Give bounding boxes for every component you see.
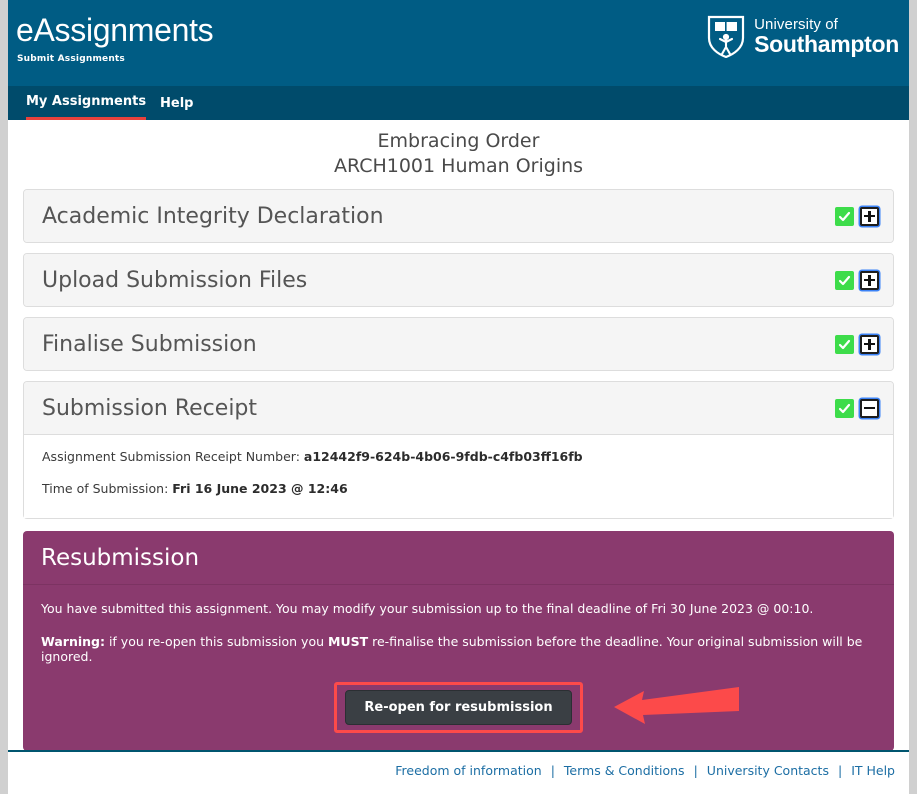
- left-pointing-arrow-annotation: [614, 687, 739, 724]
- green-check-icon: [835, 270, 854, 290]
- annotation-highlight-box: Re-open for resubmission: [334, 682, 583, 733]
- footer-link-it-help[interactable]: IT Help: [851, 763, 895, 778]
- site-footer: Freedom of information | Terms & Conditi…: [8, 750, 909, 794]
- accordion-header-academic-integrity-declaration[interactable]: Academic Integrity Declaration: [24, 190, 893, 242]
- nav-tab-help-label: Help: [160, 95, 194, 111]
- resubmission-panel-header: Resubmission: [23, 531, 894, 585]
- university-logo-line2: Southampton: [754, 30, 899, 57]
- plus-square-icon[interactable]: [860, 270, 879, 290]
- accordion-header-finalise-submission[interactable]: Finalise Submission: [24, 318, 893, 370]
- resubmission-heading: Resubmission: [41, 545, 200, 571]
- receipt-number-label: Assignment Submission Receipt Number:: [42, 449, 300, 464]
- reopen-button-area: Re-open for resubmission: [41, 682, 876, 733]
- main-content: Embracing Order ARCH1001 Human Origins A…: [8, 120, 909, 751]
- green-check-icon: [835, 398, 854, 418]
- footer-link-freedom-of-information[interactable]: Freedom of information: [395, 763, 541, 778]
- accordion-controls: [835, 270, 879, 290]
- resubmission-panel-body: You have submitted this assignment. You …: [23, 585, 894, 751]
- resubmission-info-text: You have submitted this assignment. You …: [41, 601, 814, 616]
- resubmission-warning-prefix: Warning:: [41, 634, 105, 649]
- plus-square-icon[interactable]: [860, 206, 879, 226]
- receipt-time-row: Time of Submission: Fri 16 June 2023 @ 1…: [42, 481, 875, 496]
- accordion-header-upload-submission-files[interactable]: Upload Submission Files: [24, 254, 893, 306]
- submission-steps-accordion: Academic Integrity Declaration Upload Su…: [8, 189, 909, 519]
- nav-tab-my-assignments-label: My Assignments: [26, 94, 147, 109]
- accordion-header-submission-receipt[interactable]: Submission Receipt: [24, 382, 893, 434]
- resubmission-warning-text: Warning: if you re-open this submission …: [41, 634, 876, 664]
- accordion-upload-submission-files: Upload Submission Files: [23, 253, 894, 307]
- accordion-title-finalise-submission: Finalise Submission: [42, 331, 257, 357]
- brand-title: eAssignments: [16, 12, 214, 48]
- plus-square-icon[interactable]: [860, 334, 879, 354]
- footer-link-terms-and-conditions[interactable]: Terms & Conditions: [564, 763, 685, 778]
- footer-separator: |: [550, 763, 555, 778]
- nav-tab-help[interactable]: Help: [160, 86, 193, 120]
- accordion-controls: [835, 398, 879, 418]
- accordion-controls: [835, 206, 879, 226]
- receipt-time-label: Time of Submission:: [42, 481, 169, 496]
- footer-separator: |: [693, 763, 698, 778]
- accordion-title-academic-integrity-declaration: Academic Integrity Declaration: [42, 203, 384, 229]
- green-check-icon: [835, 334, 854, 354]
- footer-links: Freedom of information | Terms & Conditi…: [395, 763, 895, 778]
- page-title-module: ARCH1001 Human Origins: [333, 155, 584, 177]
- southampton-shield-crest-icon: [707, 15, 745, 58]
- accordion-controls: [835, 334, 879, 354]
- resubmission-panel: Resubmission You have submitted this ass…: [23, 531, 894, 751]
- footer-link-university-contacts[interactable]: University Contacts: [707, 763, 829, 778]
- accordion-academic-integrity-declaration: Academic Integrity Declaration: [23, 189, 894, 243]
- accordion-finalise-submission: Finalise Submission: [23, 317, 894, 371]
- site-header: eAssignments Submit Assignments Universi…: [8, 0, 909, 86]
- reopen-for-resubmission-button[interactable]: Re-open for resubmission: [345, 690, 572, 725]
- university-wordmark: University of Southampton: [754, 17, 899, 56]
- university-logo-line1: University of: [754, 15, 838, 33]
- accordion-title-submission-receipt: Submission Receipt: [42, 395, 258, 421]
- green-check-icon: [835, 206, 854, 226]
- resubmission-warning-mid1: if you re-open this submission you: [104, 634, 328, 649]
- receipt-time-value: Fri 16 June 2023 @ 12:46: [172, 481, 348, 496]
- receipt-number-value: a12442f9-624b-4b06-9fdb-c4fb03ff16fb: [303, 449, 583, 464]
- accordion-body-submission-receipt: Assignment Submission Receipt Number: a1…: [24, 434, 893, 518]
- nav-tab-my-assignments[interactable]: My Assignments: [26, 86, 147, 120]
- accordion-submission-receipt: Submission Receipt Assignment Submission…: [23, 381, 894, 519]
- brand-subtitle: Submit Assignments: [17, 54, 125, 64]
- page-root: eAssignments Submit Assignments Universi…: [0, 0, 917, 794]
- footer-separator: |: [837, 763, 843, 778]
- page-title: Embracing Order ARCH1001 Human Origins: [8, 120, 909, 179]
- receipt-number-row: Assignment Submission Receipt Number: a1…: [42, 449, 875, 464]
- minus-square-icon[interactable]: [860, 398, 879, 418]
- page-title-assignment: Embracing Order: [377, 130, 540, 152]
- resubmission-warning-must: MUST: [328, 634, 369, 649]
- university-logo: University of Southampton: [707, 14, 899, 58]
- main-navigation: My Assignments Help: [8, 86, 909, 120]
- accordion-title-upload-submission-files: Upload Submission Files: [42, 267, 308, 293]
